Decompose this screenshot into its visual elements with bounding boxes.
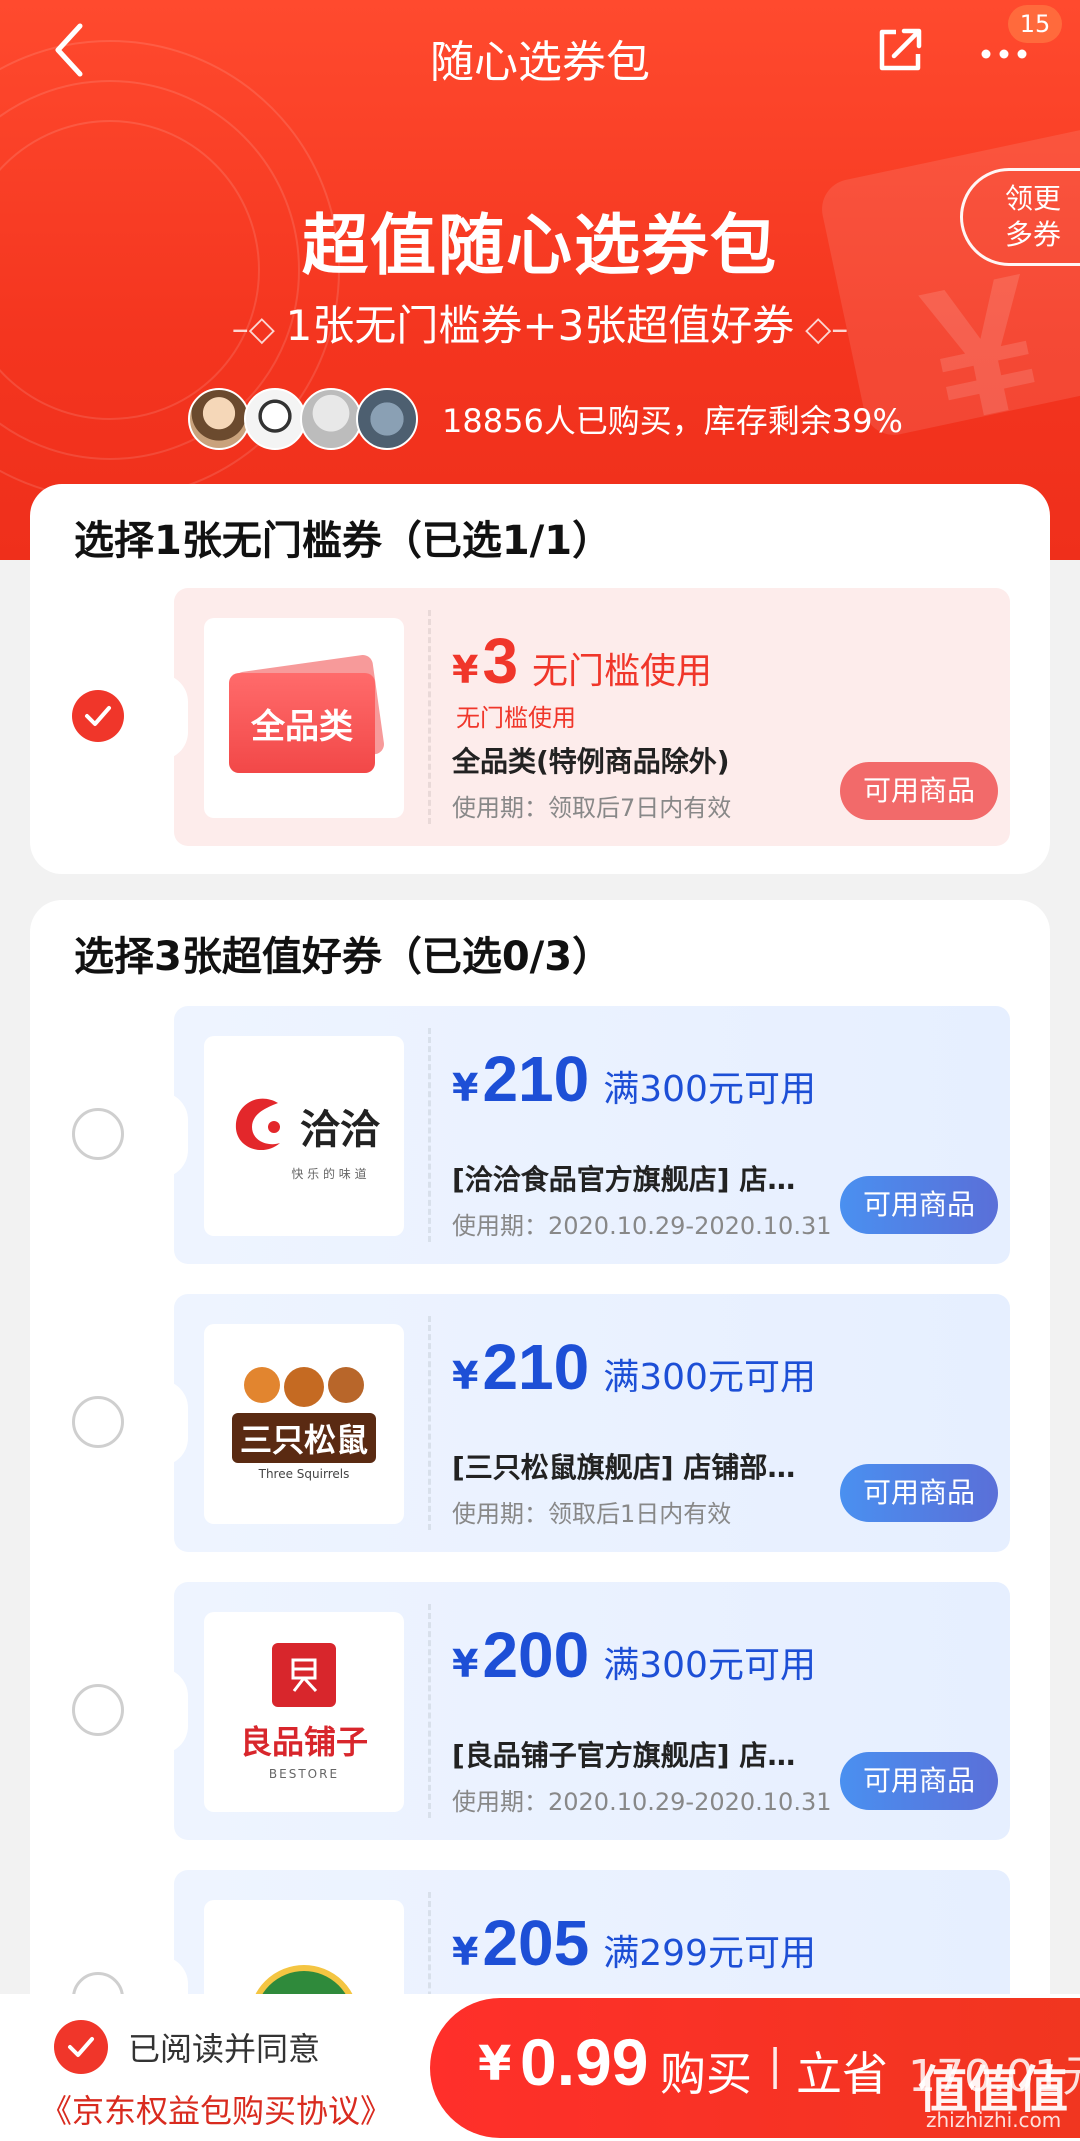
section-title: 选择1张无门槛券（已选1/1）	[74, 518, 613, 564]
save-label: 立省	[796, 2047, 888, 2101]
qiaqia-logo: 洽洽 快 乐 的 味 道	[204, 1036, 404, 1236]
logo-text: 全品类	[251, 706, 353, 747]
avatar	[356, 388, 418, 450]
available-products-button[interactable]: 可用商品	[840, 1176, 998, 1234]
coupon-name: [三只松鼠旗舰店] 店铺部…	[452, 1451, 796, 1484]
logo-text: 良品铺子	[239, 1723, 368, 1761]
coupon-notch	[160, 674, 188, 760]
coupon-name: 全品类(特例商品除外)	[452, 745, 730, 778]
coupon-amount: 210	[482, 1043, 590, 1115]
coupon-tag: 无门槛使用	[456, 704, 576, 732]
agree-text: 已阅读并同意	[128, 2030, 321, 2068]
coupon-validity: 使用期：2020.10.29-2020.10.31	[452, 1212, 832, 1240]
all-category-ticket-icon: 全品类	[229, 653, 386, 773]
buyers-row: 18856人已购买，库存剩余39%	[188, 386, 903, 452]
coupon-validity: 使用期：领取后7日内有效	[452, 794, 732, 822]
coupon-divider	[428, 1028, 431, 1242]
currency-symbol: ¥	[452, 1066, 479, 1110]
coupon-condition: 满299元可用	[603, 1933, 816, 1974]
subtitle-text: 1张无门槛券+3张超值好券	[285, 301, 795, 350]
coupon-radio-checked[interactable]	[72, 690, 124, 742]
coupon-card[interactable]: 全品类 ¥ 3 无门槛使用 无门槛使用 全品类(特例商品除外) 使用期：领取后7…	[160, 588, 1010, 846]
no-threshold-section: 选择1张无门槛券（已选1/1） 全品类 ¥ 3 无门槛使用 无门槛使用 全品类(…	[30, 484, 1050, 874]
coupon-notch	[160, 1380, 188, 1466]
logo-text: 三只松鼠	[231, 1413, 376, 1463]
coupon-divider	[428, 1604, 431, 1818]
coupon-radio[interactable]	[72, 1396, 124, 1448]
coupon-name: [洽洽食品官方旗舰店] 店…	[452, 1163, 796, 1196]
coupon-condition: 无门槛使用	[532, 651, 713, 692]
coupon-price: ¥ 200 满300元可用	[452, 1618, 816, 1692]
coupon-price: ¥ 210 满300元可用	[452, 1330, 816, 1404]
logo-text: 洽洽	[300, 1106, 380, 1153]
bottom-bar: 已阅读并同意 《京东权益包购买协议》 ¥ 0.99 购买 | 立省 170.01…	[0, 1994, 1080, 2141]
good-coupons-section: 选择3张超值好券（已选0/3） 洽洽 快 乐 的 味 道 ¥ 210 满300元…	[30, 900, 1050, 2141]
share-button[interactable]	[872, 22, 932, 82]
buy-price: 0.99	[520, 2025, 649, 2099]
coupon-divider	[428, 610, 431, 824]
top-nav: 随心选券包 15	[0, 0, 1080, 110]
left-decor: –◇	[231, 309, 286, 349]
currency-symbol: ¥	[478, 2036, 512, 2092]
coupon-notch	[160, 1668, 188, 1754]
share-icon	[879, 28, 922, 71]
currency-symbol: ¥	[452, 1354, 479, 1398]
right-decor: ◇–	[794, 309, 849, 349]
squirrels-mascot-icon	[244, 1367, 364, 1407]
watermark-url: zhizhizhi.com	[926, 2108, 1062, 2132]
coupon-card[interactable]: 良品铺子 BESTORE ¥ 200 满300元可用 [良品铺子官方旗舰店] 店…	[160, 1582, 1010, 1840]
currency-symbol: ¥	[452, 1930, 479, 1974]
coupon-amount: 3	[482, 625, 519, 697]
coupon-name: [良品铺子官方旗舰店] 店…	[452, 1739, 796, 1772]
check-icon	[68, 2037, 94, 2057]
coupon-logo: 全品类	[204, 618, 404, 818]
coupon-validity: 使用期：2020.10.29-2020.10.31	[452, 1788, 832, 1816]
coupon-notch	[160, 1092, 188, 1178]
hero-subtitle: –◇ 1张无门槛券+3张超值好券 ◇–	[0, 292, 1080, 353]
bestore-logo-icon	[272, 1643, 336, 1707]
coupon-condition: 满300元可用	[603, 1069, 816, 1110]
coupon-condition: 满300元可用	[603, 1357, 816, 1398]
hero-title: 超值随心选券包	[302, 207, 778, 284]
buy-label: 购买	[660, 2047, 752, 2101]
coupon-card[interactable]: 洽洽 快 乐 的 味 道 ¥ 210 满300元可用 [洽洽食品官方旗舰店] 店…	[160, 1006, 1010, 1264]
available-products-button[interactable]: 可用商品	[840, 1464, 998, 1522]
avatar	[300, 388, 362, 450]
logo-subtext: 快 乐 的 味 道	[291, 1166, 367, 1181]
coupon-condition: 满300元可用	[603, 1645, 816, 1686]
check-icon	[85, 706, 111, 726]
currency-symbol: ¥	[452, 648, 479, 692]
bestore-logo: 良品铺子 BESTORE	[204, 1612, 404, 1812]
hero-banner: ¥ 随心选券包 15 领更 多券 超值随心选券包 –◇ 1张无门槛券+3张超值好…	[0, 0, 1080, 560]
buyers-count-text: 18856人已购买，库存剩余39%	[442, 402, 903, 440]
three-squirrels-logo: 三只松鼠 Three Squirrels	[204, 1324, 404, 1524]
coupon-validity: 使用期：领取后1日内有效	[452, 1500, 732, 1528]
available-products-button[interactable]: 可用商品	[840, 1752, 998, 1810]
agreement-link[interactable]: 《京东权益包购买协议》	[40, 2086, 392, 2132]
coupon-amount: 205	[482, 1907, 590, 1979]
coupon-divider	[428, 1316, 431, 1530]
qiaqia-logo-icon	[235, 1098, 280, 1150]
currency-symbol: ¥	[452, 1642, 479, 1686]
separator: |	[768, 2040, 783, 2089]
coupon-price: ¥ 210 满300元可用	[452, 1042, 816, 1116]
avatar	[188, 388, 250, 450]
coupon-radio[interactable]	[72, 1684, 124, 1736]
coupon-amount: 200	[482, 1619, 590, 1691]
avatar	[244, 388, 306, 450]
notification-badge: 15	[1008, 5, 1062, 43]
coupon-amount: 210	[482, 1331, 590, 1403]
logo-subtext: Three Squirrels	[258, 1467, 350, 1481]
available-products-button[interactable]: 可用商品	[840, 762, 998, 820]
coupon-radio[interactable]	[72, 1108, 124, 1160]
section-title: 选择3张超值好券（已选0/3）	[74, 934, 613, 980]
logo-subtext: BESTORE	[268, 1767, 340, 1781]
coupon-card[interactable]: 三只松鼠 Three Squirrels ¥ 210 满300元可用 [三只松鼠…	[160, 1294, 1010, 1552]
coupon-price: ¥ 205 满299元可用	[452, 1906, 816, 1980]
agree-checkbox[interactable]	[54, 2020, 108, 2074]
coupon-price: ¥ 3 无门槛使用	[452, 624, 712, 698]
